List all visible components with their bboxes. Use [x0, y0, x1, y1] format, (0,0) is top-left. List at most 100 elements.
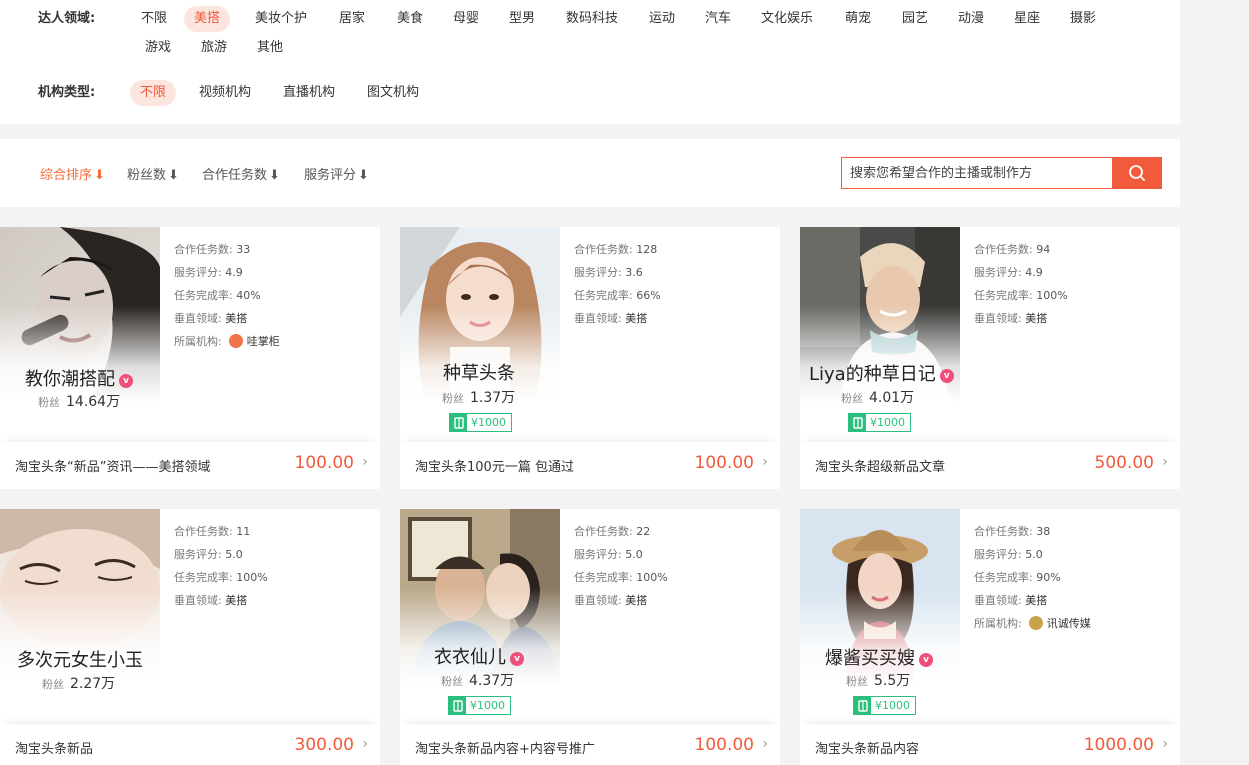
- influencer-name-row[interactable]: 爆酱买买嫂 v: [825, 644, 1090, 670]
- price-tag-value: ¥1000: [870, 416, 905, 429]
- fans-label: 粉丝: [42, 678, 64, 691]
- service-price: 100.00: [694, 735, 754, 755]
- card-footer[interactable]: 淘宝头条新品 300.00 ›: [0, 724, 380, 765]
- domain-filter-option[interactable]: 萌宠: [838, 6, 878, 32]
- card-footer[interactable]: 淘宝头条新品内容+内容号推广 100.00 ›: [400, 724, 780, 765]
- org-name[interactable]: 讯诚传媒: [1047, 617, 1091, 630]
- influencer-card[interactable]: 合作任务数: 33 服务评分: 4.9 任务完成率: 40% 垂直领域: 美搭所…: [0, 227, 380, 489]
- verified-badge-icon: v: [919, 653, 933, 667]
- stat-label: 垂直领域:: [174, 312, 222, 325]
- sort-tasks[interactable]: 合作任务数 ⬇: [202, 164, 280, 183]
- fans-count: 粉丝 4.01万: [841, 387, 914, 407]
- price-tag: ¥1000: [448, 696, 511, 715]
- stat-label: 任务完成率:: [174, 571, 233, 584]
- sort-arrow-icon: ⬇: [94, 168, 105, 183]
- price-tag: ¥1000: [848, 413, 911, 432]
- sort-fans[interactable]: 粉丝数 ⬇: [127, 164, 179, 183]
- sort-arrow-icon: ⬇: [168, 168, 179, 183]
- card-footer[interactable]: 淘宝头条超级新品文章 500.00 ›: [800, 442, 1180, 489]
- stat-tasks: 合作任务数: 94: [974, 238, 1068, 261]
- domain-filter-option[interactable]: 居家: [332, 6, 372, 32]
- service-price: 100.00: [694, 453, 754, 473]
- domain-filter-option[interactable]: 星座: [1007, 6, 1047, 32]
- domain-filter-option[interactable]: 其他: [250, 35, 290, 61]
- domain-filter-label: 达人领域:: [38, 11, 96, 26]
- price-tag: ¥1000: [449, 413, 512, 432]
- stat-vertical: 垂直领域: 美搭: [174, 307, 280, 330]
- domain-filter-option[interactable]: 数码科技: [559, 6, 625, 32]
- org-filter-options: 不限 视频机构 直播机构 图文机构: [130, 80, 1138, 136]
- fans-count: 粉丝 4.37万: [441, 670, 514, 690]
- influencer-name-row[interactable]: 教你潮搭配 v: [25, 365, 290, 391]
- sort-rating[interactable]: 服务评分 ⬇: [304, 164, 369, 183]
- search-button[interactable]: [1112, 157, 1162, 189]
- card-stats: 合作任务数: 94 服务评分: 4.9 任务完成率: 100% 垂直领域: 美搭: [974, 238, 1068, 330]
- org-filter-option[interactable]: 直播机构: [276, 80, 342, 106]
- domain-filter-option[interactable]: 美食: [390, 6, 430, 32]
- domain-filter-option[interactable]: 游戏: [138, 35, 178, 61]
- domain-filter-option[interactable]: 母婴: [446, 6, 486, 32]
- domain-filter-option[interactable]: 运动: [642, 6, 682, 32]
- influencer-name: 爆酱买买嫂: [825, 648, 915, 669]
- service-price: 500.00: [1094, 453, 1154, 473]
- domain-filter-option[interactable]: 园艺: [895, 6, 935, 32]
- domain-filter-option[interactable]: 动漫: [951, 6, 991, 32]
- domain-filter-option[interactable]: 美妆个护: [248, 6, 314, 32]
- stat-completion: 任务完成率: 100%: [974, 284, 1068, 307]
- stat-label: 垂直领域:: [974, 594, 1022, 607]
- stat-label: 所属机构:: [174, 335, 222, 348]
- card-stats: 合作任务数: 11 服务评分: 5.0 任务完成率: 100% 垂直领域: 美搭: [174, 520, 268, 612]
- service-title: 淘宝头条新品内容+内容号推广: [415, 742, 595, 757]
- influencer-card[interactable]: 合作任务数: 22 服务评分: 5.0 任务完成率: 100% 垂直领域: 美搭…: [400, 509, 780, 765]
- domain-filter-option[interactable]: 摄影: [1063, 6, 1103, 32]
- domain-filter-option[interactable]: 旅游: [194, 35, 234, 61]
- sort-bar: 综合排序 ⬇ 粉丝数 ⬇ 合作任务数 ⬇ 服务评分 ⬇: [0, 139, 1180, 207]
- influencer-card[interactable]: 合作任务数: 128 服务评分: 3.6 任务完成率: 66% 垂直领域: 美搭…: [400, 227, 780, 489]
- influencer-name-row[interactable]: Liya的种草日记 v: [809, 360, 1074, 386]
- stat-label: 垂直领域:: [974, 312, 1022, 325]
- service-price: 100.00: [294, 453, 354, 473]
- fans-value: 14.64万: [66, 394, 121, 410]
- fans-label: 粉丝: [841, 392, 863, 405]
- fans-value: 1.37万: [470, 390, 516, 406]
- fans-value: 2.27万: [70, 676, 116, 692]
- stat-label: 服务评分:: [974, 266, 1022, 279]
- fans-count: 粉丝 14.64万: [38, 391, 120, 411]
- domain-filter-option[interactable]: 美搭: [184, 6, 230, 32]
- stat-value: 5.0: [225, 548, 243, 561]
- org-filter-option[interactable]: 视频机构: [192, 80, 258, 106]
- influencer-card[interactable]: 合作任务数: 38 服务评分: 5.0 任务完成率: 90% 垂直领域: 美搭所…: [800, 509, 1180, 765]
- domain-filter-option[interactable]: 汽车: [698, 6, 738, 32]
- card-footer[interactable]: 淘宝头条新品内容 1000.00 ›: [800, 724, 1180, 765]
- stat-label: 任务完成率:: [174, 289, 233, 302]
- org-name[interactable]: 哇掌柜: [247, 335, 280, 348]
- domain-filter-options: 不限 美搭 美妆个护 居家 美食 母婴 型男 数码科技 运动 汽车 文化娱乐 萌宠 园艺 动漫 星座 摄影游戏…: [138, 6, 1138, 62]
- domain-filter-option[interactable]: 文化娱乐: [754, 6, 820, 32]
- card-footer[interactable]: 淘宝头条100元一篇 包通过 100.00 ›: [400, 442, 780, 489]
- influencer-name-row[interactable]: 种草头条: [443, 359, 708, 385]
- card-footer[interactable]: 淘宝头条“新品”资讯——美搭领域 100.00 ›: [0, 442, 380, 489]
- org-filter-option[interactable]: 图文机构: [360, 80, 426, 106]
- stat-vertical: 垂直领域: 美搭: [174, 589, 268, 612]
- card-stats: 合作任务数: 38 服务评分: 5.0 任务完成率: 90% 垂直领域: 美搭所…: [974, 520, 1091, 635]
- domain-filter-option[interactable]: 不限: [138, 6, 170, 32]
- influencer-name-row[interactable]: 多次元女生小玉: [17, 646, 282, 672]
- stat-label: 垂直领域:: [574, 594, 622, 607]
- stat-value: 5.0: [625, 548, 643, 561]
- org-filter-option[interactable]: 不限: [130, 80, 176, 106]
- stat-label: 任务完成率:: [974, 289, 1033, 302]
- stat-label: 合作任务数:: [974, 525, 1033, 538]
- influencer-card[interactable]: 合作任务数: 11 服务评分: 5.0 任务完成率: 100% 垂直领域: 美搭…: [0, 509, 380, 765]
- fans-count: 粉丝 1.37万: [442, 387, 515, 407]
- search-input[interactable]: [841, 157, 1113, 189]
- influencer-name: 多次元女生小玉: [17, 650, 143, 671]
- sort-comprehensive[interactable]: 综合排序 ⬇: [40, 164, 105, 183]
- verified-badge-icon: v: [939, 369, 954, 383]
- chevron-right-icon: ›: [362, 454, 368, 470]
- stat-label: 合作任务数:: [574, 525, 633, 538]
- stat-label: 合作任务数:: [574, 243, 633, 256]
- domain-filter-option[interactable]: 型男: [502, 6, 542, 32]
- influencer-name-row[interactable]: 衣衣仙儿 v: [434, 643, 699, 669]
- influencer-card[interactable]: 合作任务数: 94 服务评分: 4.9 任务完成率: 100% 垂直领域: 美搭…: [800, 227, 1180, 489]
- stat-completion: 任务完成率: 90%: [974, 566, 1091, 589]
